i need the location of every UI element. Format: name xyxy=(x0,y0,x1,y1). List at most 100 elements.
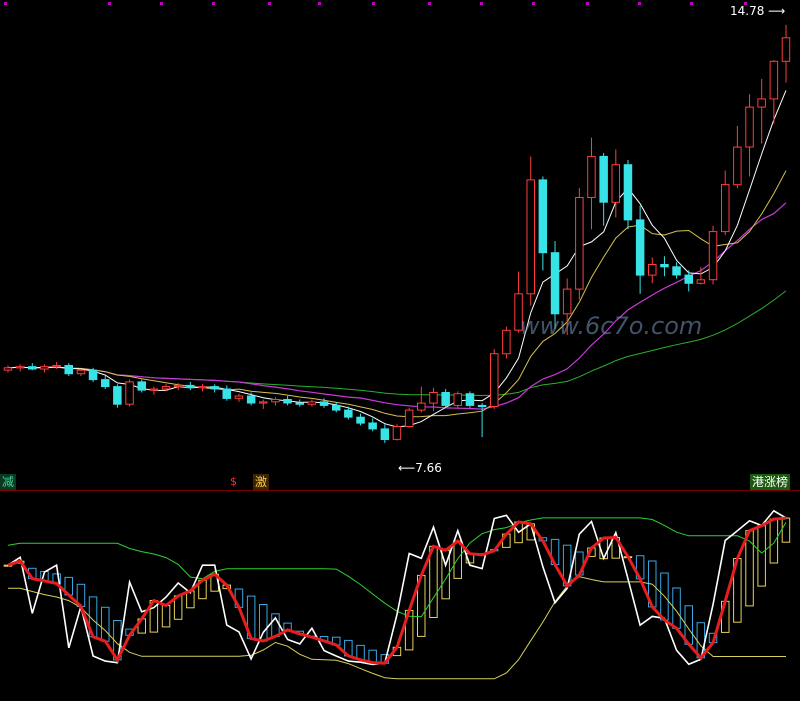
top-dot xyxy=(4,2,7,5)
top-dot xyxy=(268,2,271,5)
candle-body xyxy=(234,395,244,399)
candle-body xyxy=(672,266,681,276)
candle-body xyxy=(88,369,98,381)
candle-body xyxy=(356,416,365,424)
candle-body xyxy=(15,366,25,369)
top-dot xyxy=(372,2,375,5)
sub-indicator-panel xyxy=(3,509,791,680)
candle-body xyxy=(101,379,110,388)
ma-line-fast xyxy=(7,90,787,428)
osc-bar-up xyxy=(781,517,791,543)
top-dot xyxy=(318,2,321,5)
osc-bar-up xyxy=(453,540,462,579)
candle-body xyxy=(210,386,219,390)
candle-body xyxy=(344,409,353,418)
top-dot xyxy=(212,2,215,5)
osc-bar-up xyxy=(161,605,171,628)
candle-body xyxy=(769,60,779,100)
candle-body xyxy=(684,274,693,284)
osc-bar-up xyxy=(757,525,766,587)
top-dot xyxy=(532,2,535,5)
candle-body xyxy=(380,428,390,440)
osc-bar-down xyxy=(259,604,268,642)
candle-body xyxy=(441,392,450,406)
candle-body xyxy=(332,404,341,411)
candle-body xyxy=(186,384,195,389)
ma-line-long xyxy=(7,290,787,397)
candle-body xyxy=(648,264,657,276)
candle-body xyxy=(708,231,718,281)
candle-body xyxy=(538,179,548,254)
candle-body xyxy=(526,179,535,295)
candle-body xyxy=(562,288,572,315)
candle-body xyxy=(465,393,475,406)
candle-body xyxy=(550,252,560,315)
candle-body xyxy=(757,98,766,108)
candle-body xyxy=(40,366,49,370)
osc-lower-band xyxy=(8,576,786,680)
candle-body xyxy=(137,381,146,391)
candle-body xyxy=(733,146,742,186)
signal-marker-dollar: $ xyxy=(230,475,237,488)
main-price-panel xyxy=(3,24,791,443)
panel-divider xyxy=(0,490,800,491)
top-dot xyxy=(638,2,641,5)
stock-chart-svg xyxy=(3,24,791,680)
candle-body xyxy=(271,399,280,403)
candle-body xyxy=(623,164,633,221)
candle-body xyxy=(490,353,499,408)
osc-signal-line xyxy=(7,516,787,665)
top-dot xyxy=(480,2,483,5)
candle-body xyxy=(392,426,402,440)
candle-body xyxy=(696,279,706,284)
osc-bar-up xyxy=(429,545,438,618)
top-dot xyxy=(108,2,111,5)
candle-body xyxy=(113,386,122,405)
candle-body xyxy=(745,106,754,148)
top-dot xyxy=(586,2,589,5)
signal-badge-reduce: 减 xyxy=(0,474,17,490)
chart-stage: 14.78 ⟶ ⟵7.66 减 $ 激 港涨榜 www.6c7o.com xyxy=(0,0,800,697)
signal-badge-limit-up-list: 港涨榜 xyxy=(750,474,791,490)
osc-bar-up xyxy=(745,530,754,607)
candle-body xyxy=(319,401,329,406)
candle-body xyxy=(222,388,231,399)
top-dot xyxy=(428,2,431,5)
candle-body xyxy=(417,402,426,411)
candle-body xyxy=(781,37,791,62)
candle-body xyxy=(660,264,669,268)
candle-body xyxy=(721,184,730,233)
candle-body xyxy=(295,402,304,405)
candle-body xyxy=(161,386,171,390)
candle-body xyxy=(52,365,61,368)
candle-body xyxy=(477,404,487,408)
candle-body xyxy=(64,365,73,375)
candle-body xyxy=(575,197,584,290)
candle-body xyxy=(173,384,183,388)
low-price-label: ⟵7.66 xyxy=(398,461,442,475)
candle-body xyxy=(76,369,86,375)
candle-body xyxy=(3,367,13,371)
watermark: www.6c7o.com xyxy=(520,312,703,340)
candle-body xyxy=(28,366,37,370)
candle-body xyxy=(307,401,317,405)
candle-body xyxy=(259,401,268,404)
candle-body xyxy=(404,409,414,428)
candle-body xyxy=(429,392,438,404)
osc-bar-up xyxy=(769,518,779,564)
candle-body xyxy=(198,386,207,389)
top-dot xyxy=(160,2,163,5)
candle-body xyxy=(635,219,645,276)
candle-body xyxy=(246,395,256,404)
candle-body xyxy=(502,329,511,355)
signal-badge-surge: 激 xyxy=(253,474,270,490)
candle-body xyxy=(368,422,377,430)
candle-body xyxy=(611,164,620,203)
candle-body xyxy=(125,381,134,405)
ma-line-short xyxy=(7,170,787,418)
candle-body xyxy=(599,155,608,203)
candle-body xyxy=(149,388,159,391)
osc-bar-down xyxy=(101,606,110,642)
candle-body xyxy=(587,155,596,198)
osc-fast-line xyxy=(7,509,787,666)
